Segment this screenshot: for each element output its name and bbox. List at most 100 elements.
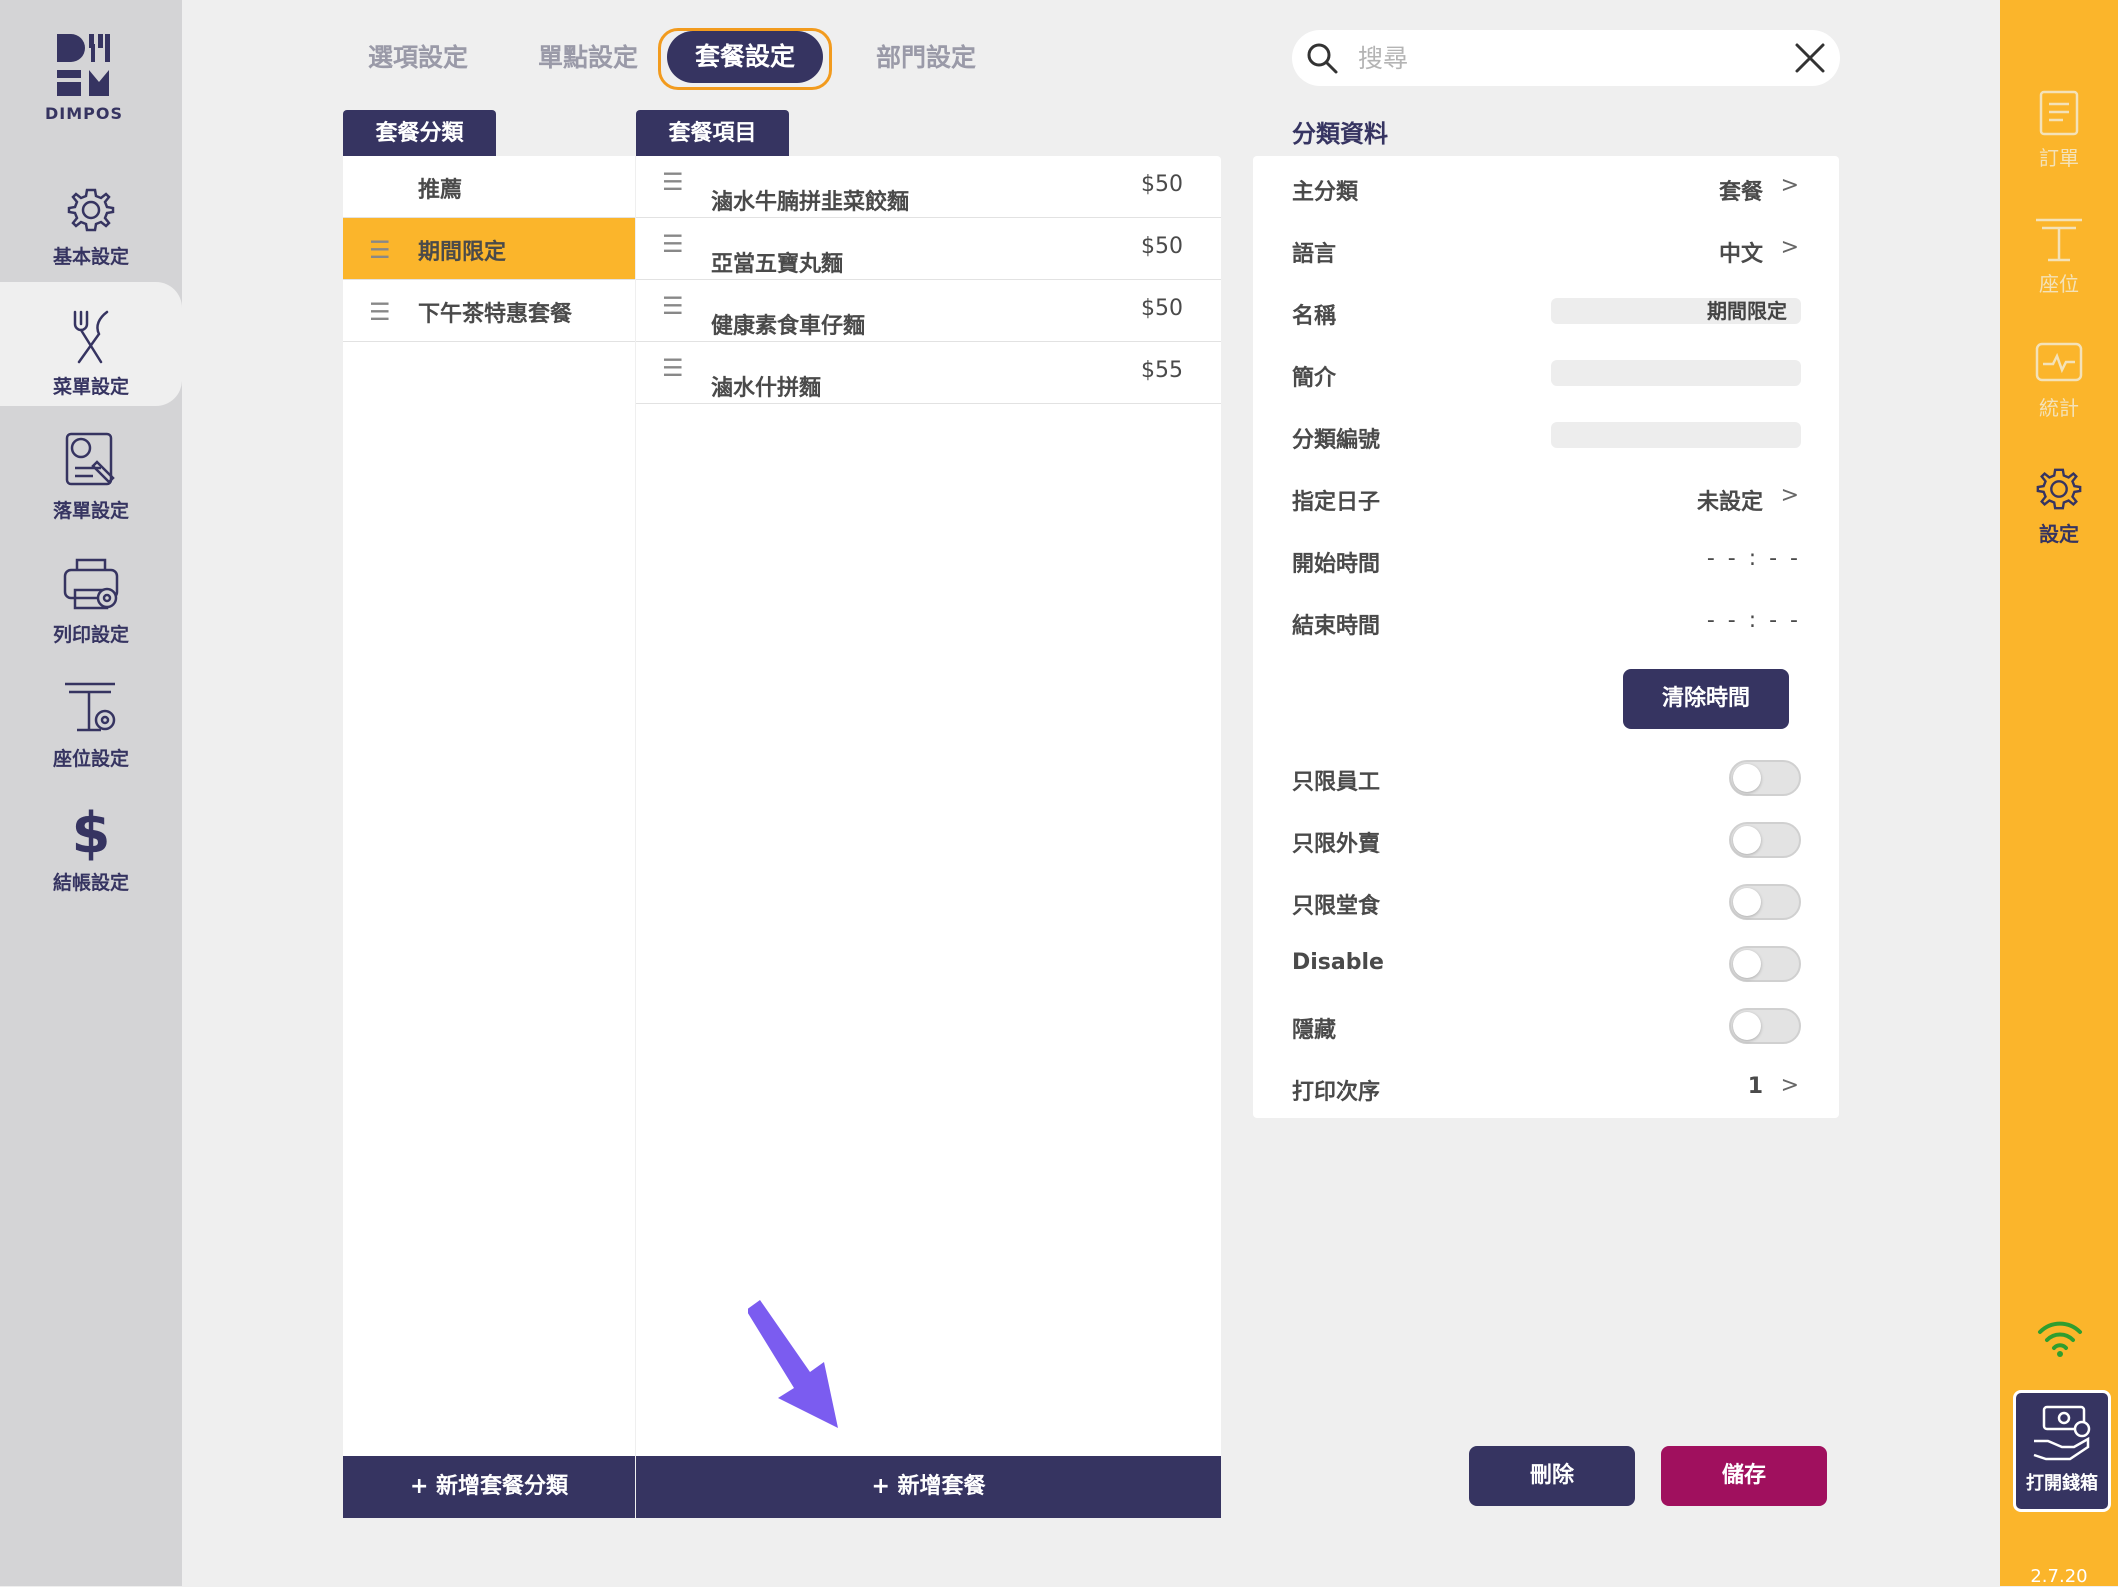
set-item-row[interactable]: ☰ 亞當五寶丸麵 $50 xyxy=(636,218,1221,280)
tab-set-meal-label: 套餐設定 xyxy=(667,31,824,83)
nav-print-settings[interactable]: 列印設定 xyxy=(0,552,182,676)
main-category-row[interactable]: 主分類 套餐 > xyxy=(1253,156,1839,218)
code-label: 分類編號 xyxy=(1292,428,1381,453)
code-field[interactable] xyxy=(1551,422,1801,448)
drag-handle-icon[interactable]: ☰ xyxy=(369,236,391,264)
start-time-row[interactable]: 開始時間 - - : - - xyxy=(1253,528,1839,590)
intro-row: 簡介 xyxy=(1253,342,1839,404)
gear-icon xyxy=(67,188,115,232)
takeaway-only-label: 只限外賣 xyxy=(1292,832,1381,857)
set-item-price: $50 xyxy=(1141,296,1183,321)
set-item-price: $50 xyxy=(1141,172,1183,197)
clear-time-button[interactable]: 清除時間 xyxy=(1623,669,1789,729)
chevron-right-icon[interactable]: > xyxy=(1781,1073,1799,1098)
day-row[interactable]: 指定日子 未設定 > xyxy=(1253,466,1839,528)
language-row[interactable]: 語言 中文 > xyxy=(1253,218,1839,280)
add-set-meal-button[interactable]: + 新增套餐 xyxy=(636,1456,1221,1518)
toggle-knob xyxy=(1733,1012,1761,1040)
right-nav-label: 統計 xyxy=(2039,396,2079,420)
category-row[interactable]: ☰ 下午茶特惠套餐 xyxy=(343,280,635,342)
dinein-only-toggle[interactable] xyxy=(1729,884,1801,920)
set-item-price: $55 xyxy=(1141,358,1183,383)
nav-menu-settings[interactable]: 菜單設定 xyxy=(0,282,182,406)
category-column-header: 套餐分類 xyxy=(343,110,496,158)
set-item-row[interactable]: ☰ 滷水什拼麵 $55 xyxy=(636,342,1221,404)
add-category-button[interactable]: + 新增套餐分類 xyxy=(343,1456,635,1518)
nav-seat-settings[interactable]: 座位設定 xyxy=(0,676,182,800)
wifi-icon xyxy=(2038,1321,2082,1357)
print-order-row[interactable]: 打印次序 1 > xyxy=(1253,1056,1839,1118)
end-time-row[interactable]: 結束時間 - - : - - xyxy=(1253,590,1839,652)
order-settings-icon xyxy=(65,432,115,486)
gear-icon xyxy=(2036,468,2082,510)
takeaway-only-toggle[interactable] xyxy=(1729,822,1801,858)
right-nav-stats[interactable]: 統計 xyxy=(2000,340,2118,421)
staff-only-toggle[interactable] xyxy=(1729,760,1801,796)
category-row[interactable]: ☰ 期間限定 xyxy=(343,218,635,280)
print-order-label: 打印次序 xyxy=(1292,1080,1381,1105)
tab-option-settings[interactable]: 選項設定 xyxy=(368,38,468,78)
code-row: 分類編號 xyxy=(1253,404,1839,466)
day-label: 指定日子 xyxy=(1292,490,1381,515)
category-row[interactable]: 推薦 xyxy=(343,156,635,218)
hidden-label: 隱藏 xyxy=(1292,1018,1337,1043)
language-value: 中文 xyxy=(1718,242,1763,267)
nav-checkout-settings[interactable]: $ 結帳設定 xyxy=(0,800,182,924)
drag-handle-icon[interactable]: ☰ xyxy=(662,168,684,196)
set-item-name: 滷水牛腩拼韭菜餃麵 xyxy=(711,190,910,215)
right-nav-label: 設定 xyxy=(2039,522,2079,546)
search-box xyxy=(1292,30,1840,86)
tab-single-item-settings[interactable]: 單點設定 xyxy=(538,38,638,78)
drag-handle-icon[interactable]: ☰ xyxy=(369,298,391,326)
search-icon xyxy=(1307,43,1338,74)
tab-set-meal-settings[interactable]: 套餐設定 xyxy=(658,28,833,90)
nav-order-settings[interactable]: 落單設定 xyxy=(0,428,182,552)
right-sidebar: 訂單 座位 統計 設定 打開錢箱 2.7.20 xyxy=(2000,0,2118,1587)
name-field[interactable]: 期間限定 xyxy=(1551,298,1801,324)
category-name: 下午茶特惠套餐 xyxy=(418,302,573,327)
intro-field[interactable] xyxy=(1551,360,1801,386)
right-nav-label: 訂單 xyxy=(2039,146,2079,170)
chevron-right-icon[interactable]: > xyxy=(1781,483,1799,508)
set-item-name: 亞當五寶丸麵 xyxy=(711,252,844,277)
open-cash-drawer-button[interactable]: 打開錢箱 xyxy=(2013,1390,2111,1512)
tab-department-settings[interactable]: 部門設定 xyxy=(876,38,976,78)
end-time-label: 結束時間 xyxy=(1292,614,1381,639)
staff-only-row: 只限員工 xyxy=(1253,746,1839,808)
set-items-list: ☰ 滷水牛腩拼韭菜餃麵 $50 ☰ 亞當五寶丸麵 $50 ☰ 健康素食車仔麵 $… xyxy=(636,156,1221,1518)
end-time-value[interactable]: - - : - - xyxy=(1707,608,1801,633)
right-nav-orders[interactable]: 訂單 xyxy=(2000,88,2118,171)
right-nav-seats[interactable]: 座位 xyxy=(2000,214,2118,297)
disable-label: Disable xyxy=(1292,950,1384,975)
chevron-right-icon[interactable]: > xyxy=(1781,235,1799,260)
dimpos-logo-icon xyxy=(57,34,110,96)
nav-label: 座位設定 xyxy=(52,748,129,770)
drag-handle-icon[interactable]: ☰ xyxy=(662,292,684,320)
chevron-right-icon[interactable]: > xyxy=(1781,173,1799,198)
day-value: 未設定 xyxy=(1696,490,1763,515)
drag-handle-icon[interactable]: ☰ xyxy=(662,354,684,382)
delete-button[interactable]: 刪除 xyxy=(1469,1446,1635,1506)
close-icon[interactable] xyxy=(1794,42,1826,74)
toggle-knob xyxy=(1733,826,1761,854)
search-input[interactable] xyxy=(1356,38,1756,78)
set-item-price: $50 xyxy=(1141,234,1183,259)
printer-icon xyxy=(63,558,119,610)
category-name: 推薦 xyxy=(418,178,463,203)
drag-handle-icon[interactable]: ☰ xyxy=(662,230,684,258)
print-order-value: 1 xyxy=(1747,1074,1763,1099)
cash-hand-icon xyxy=(2033,1405,2091,1461)
set-item-row[interactable]: ☰ 健康素食車仔麵 $50 xyxy=(636,280,1221,342)
save-button[interactable]: 儲存 xyxy=(1661,1446,1827,1506)
disable-toggle[interactable] xyxy=(1729,946,1801,982)
main-category-value: 套餐 xyxy=(1718,180,1763,205)
set-item-row[interactable]: ☰ 滷水牛腩拼韭菜餃麵 $50 xyxy=(636,156,1221,218)
toggle-knob xyxy=(1733,764,1761,792)
set-item-name: 滷水什拼麵 xyxy=(711,376,822,401)
right-nav-label: 座位 xyxy=(2039,272,2079,296)
right-nav-settings[interactable]: 設定 xyxy=(2000,464,2118,547)
start-time-value[interactable]: - - : - - xyxy=(1707,546,1801,571)
nav-label: 基本設定 xyxy=(52,246,129,268)
hidden-toggle[interactable] xyxy=(1729,1008,1801,1044)
name-label: 名稱 xyxy=(1292,304,1337,329)
